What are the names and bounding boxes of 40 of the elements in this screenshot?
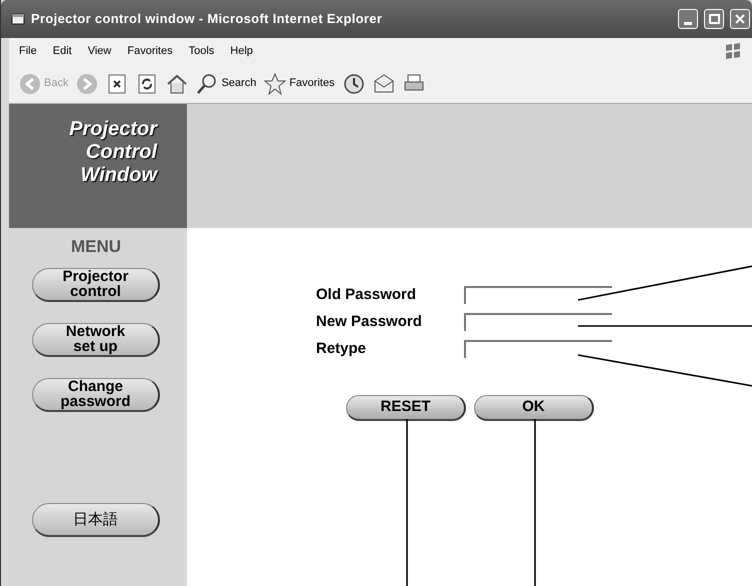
menu-item[interactable]: File [19, 42, 37, 60]
star-icon [264, 72, 286, 94]
menu-item[interactable]: Edit [52, 42, 72, 60]
field-label: New Password [316, 313, 423, 331]
maximize-icon [708, 14, 720, 24]
logo-text: Projector Control Window [69, 118, 157, 188]
menu-item[interactable]: Help [230, 42, 253, 60]
menu-button[interactable]: Change password [32, 378, 160, 412]
close-icon [735, 14, 745, 24]
menu-heading: MENU [70, 236, 122, 258]
toolbar-button[interactable] [342, 72, 365, 94]
menu-item[interactable]: Tools [188, 42, 214, 60]
toolbar-button[interactable] [136, 72, 158, 94]
window-title: Projector control window - Microsoft Internet Explorer [31, 10, 384, 28]
clock-icon [342, 72, 365, 94]
toolbar-button[interactable] [106, 72, 128, 94]
close-button[interactable] [730, 9, 750, 29]
menu-button[interactable]: Projector control [32, 268, 160, 302]
menu-item[interactable]: Favorites [127, 42, 173, 60]
search-icon [196, 72, 218, 94]
toolbar-button[interactable]: Search [196, 72, 256, 94]
form-button[interactable]: RESET [346, 395, 466, 421]
stop-icon [106, 72, 128, 94]
field-label: Retype [316, 340, 368, 358]
toolbar-button[interactable]: Favorites [264, 72, 335, 94]
refresh-icon [136, 72, 158, 94]
envelope-icon [372, 72, 395, 94]
browser-icon [11, 12, 25, 26]
minimize-button[interactable] [678, 9, 698, 29]
menu-item[interactable]: View [88, 42, 112, 60]
menu-button[interactable]: 日本語 [32, 502, 160, 536]
toolbar-button[interactable] [372, 72, 395, 94]
minimize-icon [684, 22, 692, 25]
maximize-button[interactable] [704, 9, 724, 29]
menu-button[interactable]: Network set up [32, 322, 160, 356]
windows-logo-icon [724, 42, 742, 60]
form-button[interactable]: OK [474, 395, 594, 421]
field-label: Old Password [316, 286, 418, 304]
toolbar-button[interactable] [166, 72, 188, 94]
house-icon [166, 72, 188, 94]
